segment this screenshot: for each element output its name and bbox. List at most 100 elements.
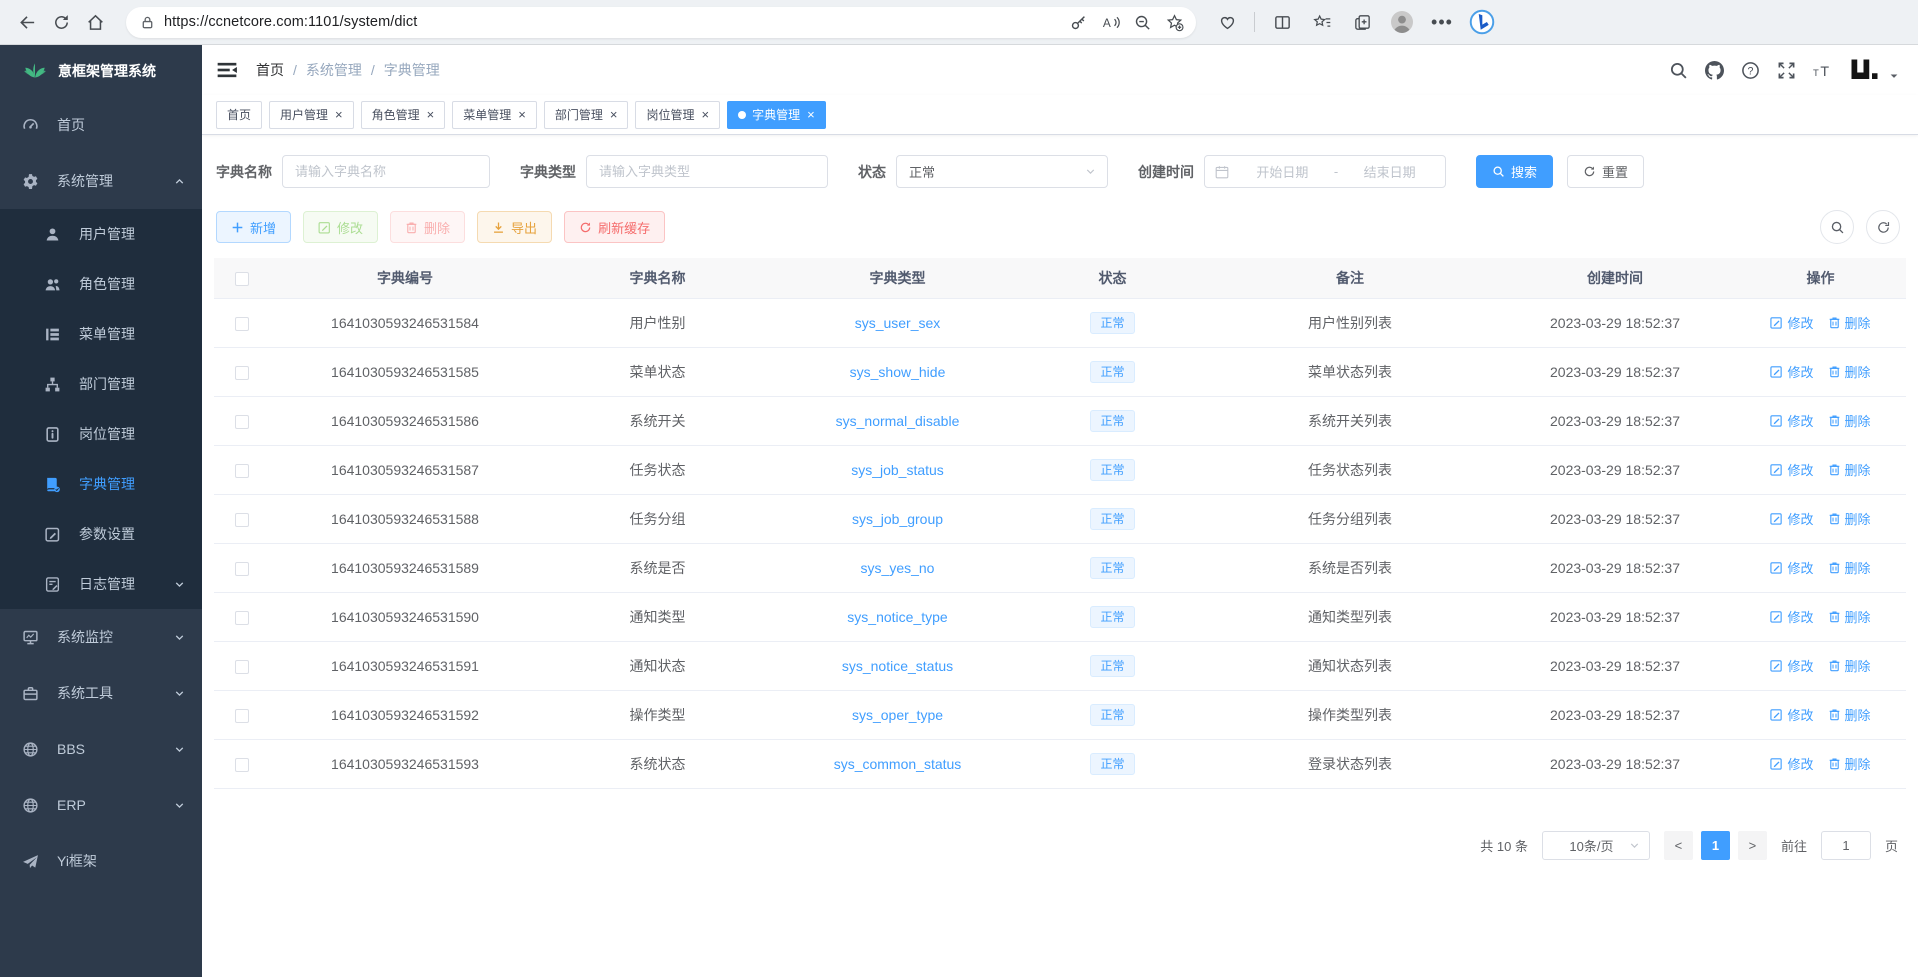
dict-type-link[interactable]: sys_yes_no <box>861 560 935 576</box>
dict-type-input[interactable] <box>586 155 828 188</box>
sidebar-item-dept[interactable]: 部门管理 <box>0 359 202 409</box>
favorite-star-icon[interactable] <box>1160 8 1188 36</box>
hamburger-icon[interactable] <box>216 59 238 81</box>
row-edit-button[interactable]: 修改 <box>1770 509 1813 528</box>
goto-page-input[interactable] <box>1821 831 1871 860</box>
github-icon[interactable] <box>1705 61 1724 80</box>
row-delete-button[interactable]: 删除 <box>1828 362 1871 381</box>
row-edit-button[interactable]: 修改 <box>1770 607 1813 626</box>
sidebar-item-system[interactable]: 系统管理 <box>0 153 202 209</box>
add-button[interactable]: 新增 <box>216 211 291 243</box>
browser-profile-avatar[interactable] <box>1385 5 1419 39</box>
row-delete-button[interactable]: 删除 <box>1828 460 1871 479</box>
row-checkbox[interactable] <box>235 366 249 380</box>
row-delete-button[interactable]: 删除 <box>1828 754 1871 773</box>
row-edit-button[interactable]: 修改 <box>1770 411 1813 430</box>
row-delete-button[interactable]: 删除 <box>1828 313 1871 332</box>
help-icon[interactable]: ? <box>1741 61 1760 80</box>
row-checkbox[interactable] <box>235 562 249 576</box>
dict-name-input[interactable] <box>282 155 490 188</box>
browser-more-menu[interactable]: ••• <box>1425 5 1459 39</box>
row-edit-button[interactable]: 修改 <box>1770 656 1813 675</box>
row-edit-button[interactable]: 修改 <box>1770 558 1813 577</box>
tab-user[interactable]: 用户管理× <box>269 101 354 129</box>
tab-dept[interactable]: 部门管理× <box>544 101 629 129</box>
browser-home-button[interactable] <box>78 5 112 39</box>
sidebar-item-user[interactable]: 用户管理 <box>0 209 202 259</box>
bing-copilot-icon[interactable] <box>1465 5 1499 39</box>
tab-close-icon[interactable]: × <box>807 108 815 121</box>
row-delete-button[interactable]: 删除 <box>1828 411 1871 430</box>
show-search-toggle-button[interactable] <box>1820 210 1854 244</box>
sidebar-item-erp[interactable]: ERP <box>0 777 202 833</box>
refresh-cache-button[interactable]: 刷新缓存 <box>564 211 665 243</box>
browser-refresh-button[interactable] <box>44 5 78 39</box>
header-search-icon[interactable] <box>1669 61 1688 80</box>
split-screen-icon[interactable] <box>1265 5 1299 39</box>
row-checkbox[interactable] <box>235 758 249 772</box>
refresh-table-button[interactable] <box>1866 210 1900 244</box>
sidebar-item-bbs[interactable]: BBS <box>0 721 202 777</box>
dict-type-link[interactable]: sys_notice_type <box>847 609 947 625</box>
tab-home[interactable]: 首页 <box>216 101 262 129</box>
row-edit-button[interactable]: 修改 <box>1770 460 1813 479</box>
row-checkbox[interactable] <box>235 464 249 478</box>
sidebar-item-post[interactable]: 岗位管理 <box>0 409 202 459</box>
page-size-select[interactable]: 10条/页 <box>1542 831 1650 860</box>
sidebar-item-yiframe[interactable]: Yi框架 <box>0 833 202 889</box>
row-edit-button[interactable]: 修改 <box>1770 754 1813 773</box>
row-delete-button[interactable]: 删除 <box>1828 509 1871 528</box>
address-bar[interactable]: https://ccnetcore.com:1101/system/dict A <box>126 7 1196 38</box>
date-range-picker[interactable]: 开始日期 - 结束日期 <box>1204 155 1446 188</box>
read-aloud-icon[interactable]: A <box>1096 8 1124 36</box>
collections-icon[interactable] <box>1345 5 1379 39</box>
row-delete-button[interactable]: 删除 <box>1828 558 1871 577</box>
tab-dict[interactable]: 字典管理× <box>727 101 826 129</box>
text-size-icon[interactable]: TT <box>1813 61 1832 80</box>
row-edit-button[interactable]: 修改 <box>1770 362 1813 381</box>
reset-button[interactable]: 重置 <box>1567 155 1644 188</box>
zoom-out-icon[interactable] <box>1128 8 1156 36</box>
user-menu-caret-icon[interactable] <box>1888 70 1900 82</box>
dict-type-link[interactable]: sys_normal_disable <box>836 413 960 429</box>
browser-back-button[interactable] <box>10 5 44 39</box>
sidebar-item-tools[interactable]: 系统工具 <box>0 665 202 721</box>
sidebar-item-log[interactable]: 日志管理 <box>0 559 202 609</box>
row-checkbox[interactable] <box>235 317 249 331</box>
yi-logo-icon[interactable] <box>1849 57 1879 83</box>
dict-type-link[interactable]: sys_notice_status <box>842 658 953 674</box>
tab-close-icon[interactable]: × <box>335 108 343 121</box>
row-delete-button[interactable]: 删除 <box>1828 607 1871 626</box>
browser-essentials-icon[interactable] <box>1210 5 1244 39</box>
dict-type-link[interactable]: sys_user_sex <box>855 315 941 331</box>
tab-role[interactable]: 角色管理× <box>361 101 446 129</box>
prev-page-button[interactable]: < <box>1664 831 1693 860</box>
tab-close-icon[interactable]: × <box>701 108 709 121</box>
dict-type-link[interactable]: sys_common_status <box>834 756 962 772</box>
tab-close-icon[interactable]: × <box>427 108 435 121</box>
sidebar-item-role[interactable]: 角色管理 <box>0 259 202 309</box>
tab-menu[interactable]: 菜单管理× <box>452 101 537 129</box>
dict-type-link[interactable]: sys_oper_type <box>852 707 943 723</box>
row-delete-button[interactable]: 删除 <box>1828 705 1871 724</box>
favorites-bar-icon[interactable] <box>1305 5 1339 39</box>
url-text[interactable]: https://ccnetcore.com:1101/system/dict <box>164 14 1064 30</box>
breadcrumb-home[interactable]: 首页 <box>256 60 284 80</box>
page-1-button[interactable]: 1 <box>1701 831 1730 860</box>
password-key-icon[interactable] <box>1064 8 1092 36</box>
row-checkbox[interactable] <box>235 513 249 527</box>
row-delete-button[interactable]: 删除 <box>1828 656 1871 675</box>
app-logo[interactable]: 意框架管理系统 <box>0 45 202 97</box>
row-checkbox[interactable] <box>235 709 249 723</box>
tab-post[interactable]: 岗位管理× <box>635 101 720 129</box>
tab-close-icon[interactable]: × <box>518 108 526 121</box>
row-checkbox[interactable] <box>235 660 249 674</box>
tab-close-icon[interactable]: × <box>610 108 618 121</box>
row-checkbox[interactable] <box>235 611 249 625</box>
search-button[interactable]: 搜索 <box>1476 155 1553 188</box>
dict-type-link[interactable]: sys_show_hide <box>850 364 946 380</box>
sidebar-item-dict[interactable]: 字典管理 <box>0 459 202 509</box>
export-button[interactable]: 导出 <box>477 211 552 243</box>
next-page-button[interactable]: > <box>1738 831 1767 860</box>
delete-button[interactable]: 删除 <box>390 211 465 243</box>
